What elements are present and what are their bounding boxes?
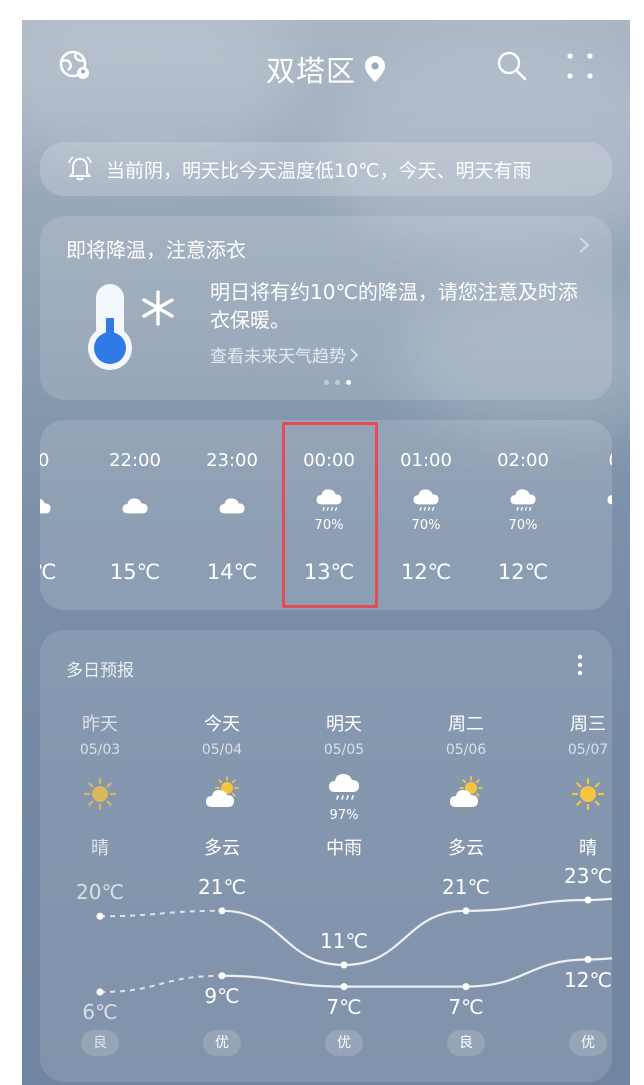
daily-item[interactable]: 周三 05/07 晴 23℃ 12℃ 优 (538, 630, 612, 1082)
rain-cloud-icon (413, 489, 439, 511)
hourly-temp: 15℃ (109, 560, 161, 584)
chevron-right-icon (350, 347, 358, 362)
air-quality-badge: 良 (81, 1030, 119, 1056)
warning-title: 即将降温，注意添衣 (66, 238, 246, 262)
carousel-dots (324, 380, 351, 385)
hourly-temp: 12℃ (400, 560, 452, 584)
daily-item[interactable]: 今天 05/04 多云 21℃ 9℃ 优 (172, 630, 272, 1082)
day-name: 今天 (204, 714, 240, 735)
highlighted-hour-box (282, 422, 378, 608)
hourly-item[interactable]: 02:00 70% 12℃ (475, 420, 571, 610)
hourly-time: 00 (40, 450, 50, 471)
hourly-temp: 14℃ (206, 560, 258, 584)
hourly-time: 23:00 (206, 450, 258, 471)
day-date: 05/07 (567, 742, 609, 758)
day-date: 05/04 (201, 742, 243, 758)
cloud-icon (219, 498, 245, 514)
cloud-icon (40, 498, 51, 514)
air-quality-badge: 优 (325, 1030, 363, 1056)
day-name: 周三 (570, 714, 606, 735)
day-low-temp: 7℃ (326, 994, 362, 1019)
alert-text: 当前阴，明天比今天温度低10℃，今天、明天有雨 (106, 159, 532, 182)
hourly-item[interactable]: 00 5℃ (40, 420, 86, 610)
hourly-item[interactable]: 03 7 1 (572, 420, 612, 610)
daily-item[interactable]: 明天 05/05 97% 中雨 11℃ 7℃ 优 (294, 630, 394, 1082)
partly-cloudy-icon (450, 776, 483, 807)
day-weather-desc: 多云 (204, 838, 240, 859)
more-dots-icon (567, 53, 593, 79)
future-trend-link[interactable]: 查看未来天气趋势 (210, 342, 358, 367)
location-pin-icon (365, 56, 385, 82)
daily-item[interactable]: 周二 05/06 多云 21℃ 7℃ 良 (416, 630, 516, 1082)
bell-icon (68, 156, 92, 181)
day-weather-desc: 晴 (91, 838, 109, 859)
rain-cloud-icon (329, 774, 359, 800)
hourly-temp: 5℃ (40, 560, 57, 584)
sun-icon (571, 777, 605, 811)
air-quality-badge: 优 (203, 1030, 241, 1056)
location-title[interactable]: 双塔区 (22, 48, 630, 90)
day-high-temp: 11℃ (320, 928, 368, 953)
carousel-dot (324, 380, 329, 385)
multi-day-forecast[interactable]: 多日预报 昨天 05/03 晴 20℃ 6℃ 良今天 05/04 多云 21℃ 9℃ 优明天 05… (40, 630, 612, 1082)
location-name: 双塔区 (265, 54, 356, 88)
day-low-temp: 6℃ (82, 1000, 118, 1024)
chevron-right-icon (579, 237, 590, 253)
day-weather-desc: 多云 (448, 838, 484, 859)
more-menu-button[interactable] (566, 52, 594, 80)
rain-cloud-icon (607, 495, 612, 505)
hourly-temp: 1 (572, 560, 612, 584)
day-weather-desc: 晴 (579, 838, 597, 859)
hourly-time: 02:00 (497, 450, 549, 471)
day-date: 05/05 (323, 742, 365, 758)
search-icon (497, 51, 527, 81)
day-precip: 97% (329, 808, 359, 823)
day-date: 05/03 (79, 742, 121, 758)
day-weather-desc: 中雨 (326, 838, 362, 859)
hourly-time: 01:00 (400, 450, 452, 471)
day-low-temp: 12℃ (564, 967, 612, 992)
hourly-precip: 7 (572, 518, 612, 533)
day-name: 周二 (448, 714, 484, 735)
search-button[interactable] (496, 50, 528, 82)
hourly-time: 22:00 (109, 450, 161, 471)
hourly-item[interactable]: 01:00 70% 12℃ (378, 420, 474, 610)
hourly-precip: 70% (411, 518, 441, 533)
air-quality-badge: 良 (447, 1030, 485, 1056)
hourly-temp: 12℃ (497, 560, 549, 584)
carousel-dot (346, 380, 351, 385)
day-high-temp: 20℃ (76, 880, 124, 905)
hourly-time: 03 (572, 450, 612, 471)
day-low-temp: 7℃ (448, 994, 484, 1019)
hourly-precip: 70% (508, 518, 538, 533)
hourly-item[interactable]: 23:00 14℃ (184, 420, 280, 610)
cloud-icon (122, 498, 148, 514)
future-trend-link-label: 查看未来天气趋势 (210, 347, 346, 367)
top-bar: 双塔区 (22, 20, 630, 116)
weather-alert-banner[interactable]: 当前阴，明天比今天温度低10℃，今天、明天有雨 (40, 142, 612, 196)
air-quality-badge: 优 (569, 1030, 607, 1056)
sun-icon (83, 777, 117, 811)
day-name: 昨天 (82, 714, 118, 735)
day-high-temp: 21℃ (198, 874, 246, 899)
cooling-warning-card[interactable]: 即将降温，注意添衣 明日将有约10℃的降温，请您注意及时添衣保暖。 查看未来天气… (40, 216, 612, 400)
day-date: 05/06 (445, 742, 487, 758)
day-high-temp: 23℃ (564, 864, 612, 888)
hourly-item[interactable]: 22:00 15℃ (87, 420, 183, 610)
weather-screen: 双塔区 当前阴，明天比今天温度低10℃，今天、明天有雨 即将降温，注意添衣 明日… (22, 20, 630, 1085)
carousel-dot (335, 380, 340, 385)
thermometer-cold-icon (88, 284, 174, 370)
day-low-temp: 9℃ (204, 983, 240, 1008)
daily-item[interactable]: 昨天 05/03 晴 20℃ 6℃ 良 (50, 630, 150, 1082)
day-name: 明天 (326, 714, 362, 735)
partly-cloudy-icon (206, 776, 239, 807)
warning-body: 明日将有约10℃的降温，请您注意及时添衣保暖。 (210, 280, 578, 332)
day-high-temp: 21℃ (442, 874, 490, 899)
rain-cloud-icon (510, 489, 536, 511)
